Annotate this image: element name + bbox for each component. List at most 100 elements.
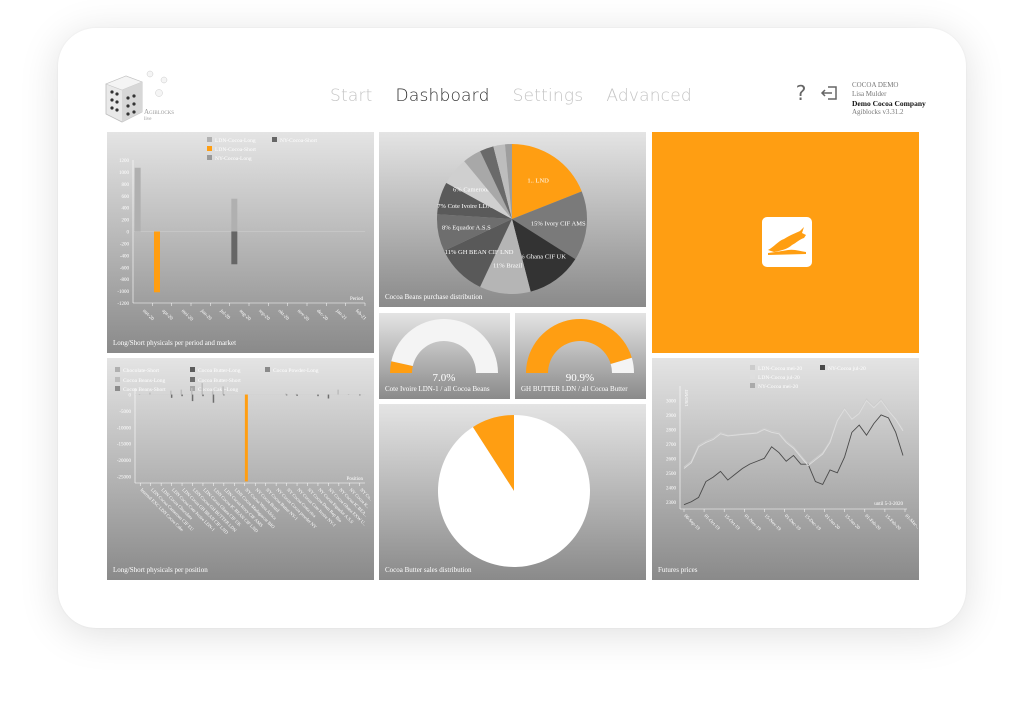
x-tick-label: okt-20 <box>277 309 290 322</box>
panel-title: Long/Short physicals per position <box>113 566 208 574</box>
tab-settings[interactable]: Settings <box>513 86 584 106</box>
x-tick-label: jan-21 <box>334 308 348 322</box>
x-tick-label: dec-20 <box>315 309 329 323</box>
legend-label: Cocoa Beans-Long <box>123 378 166 384</box>
tab-start[interactable]: Start <box>330 86 373 106</box>
panel-title: Long/Short physicals per period and mark… <box>113 339 237 347</box>
tab-advanced[interactable]: Advanced <box>606 86 692 106</box>
x-tick-label: jun-20 <box>199 308 213 322</box>
beans-pie-chart: 1.. LND15% Ivory CIF AMS12% Ghana CIF UK… <box>437 144 587 294</box>
bar <box>191 394 194 402</box>
bar <box>244 394 248 482</box>
panel-position-chart[interactable]: Chocolate-Short Cocoa Butter-Long Cocoa Po… <box>107 358 374 580</box>
pie-label: 15% Ivory CIF AMS <box>531 220 586 227</box>
y-tick-label: 2900 <box>666 414 677 419</box>
panel-butter-pie[interactable]: Cocoa Butter sales distribution <box>379 404 646 580</box>
gauge-value: 90.9% <box>566 372 594 384</box>
legend-swatch <box>115 367 120 372</box>
legend-swatch <box>750 383 755 388</box>
main-nav: Start Dashboard Settings Advanced <box>330 86 715 106</box>
legend-label: LDN-Cocoa-Long <box>215 138 256 144</box>
y-axis-title: USD/MT <box>684 389 689 406</box>
x-tick-label: mei-20 <box>180 309 194 323</box>
panel-gauge-cote-ivoire[interactable]: 7.0% Cote Ivoire LDN-1 / all Cocoa Beans <box>379 313 510 399</box>
x-tick-label: 01-Nov-19 <box>743 514 762 533</box>
bar <box>327 394 330 399</box>
y-tick-label: -200 <box>120 242 130 247</box>
bar <box>231 198 238 232</box>
x-tick-label: nov-20 <box>296 309 310 323</box>
y-tick-label: -400 <box>120 254 130 259</box>
legend-label: NY-Cocoa-Short <box>280 138 317 144</box>
legend-swatch <box>115 377 120 382</box>
y-tick-label: 400 <box>122 207 130 212</box>
logout-icon[interactable] <box>818 80 842 106</box>
y-tick-label: 2700 <box>666 443 677 448</box>
x-tick-label: sep-20 <box>257 309 270 322</box>
y-tick-label: 2500 <box>666 472 677 477</box>
bar <box>181 394 183 397</box>
panel-beans-pie[interactable]: 1.. LND 15% Ivory CIF AMS 12% Ghana CIF UK… <box>379 132 646 307</box>
x-tick-label: 06-Sep-19 <box>683 514 701 532</box>
y-tick-label: 800 <box>122 183 130 188</box>
bar <box>212 394 215 403</box>
x-tick-label: 15-Oct-19 <box>723 514 741 532</box>
legend-label: Cocoa Cake-Long <box>198 387 238 393</box>
x-tick-label: mrt-20 <box>141 309 155 323</box>
bar <box>231 231 238 265</box>
panel-futures-chart[interactable]: LDN-Cocoa mei-20 NY-Cocoa jul-20 LDN-Cocoa… <box>652 358 919 580</box>
bar <box>347 394 350 396</box>
panel-brand[interactable] <box>652 132 919 353</box>
period-bar-chart: LDN-Cocoa-Long NY-Cocoa-Short LDN-Cocoa-Sh… <box>117 137 367 323</box>
legend-swatch <box>207 146 212 151</box>
bar <box>180 389 183 395</box>
panel-period-chart[interactable]: LDN-Cocoa-Long NY-Cocoa-Short LDN-Cocoa-Sh… <box>107 132 374 353</box>
panel-gauge-gh-butter[interactable]: 90.9% GH BUTTER LDN / all Cocoa Butter <box>515 313 646 399</box>
bar <box>285 393 287 395</box>
chart-annotation: until 5-3-2020 <box>874 502 903 507</box>
bar <box>296 394 298 396</box>
legend-swatch <box>750 374 755 379</box>
position-bar-chart: Chocolate-Short Cocoa Butter-Long Cocoa Po… <box>115 367 373 535</box>
x-tick-label: 15-Nov-19 <box>763 514 782 533</box>
y-tick-label: 0 <box>127 231 130 236</box>
x-tick-label: 15-Dec-19 <box>803 514 821 532</box>
legend-label: Cocoa Butter-Long <box>198 368 241 374</box>
y-tick-label: 2800 <box>666 428 677 433</box>
x-tick-label: 01-Feb-20 <box>863 514 881 532</box>
legend-label: LDN-Cocoa jul-20 <box>758 375 800 381</box>
legend-label: LDN-Cocoa mei-20 <box>758 366 802 372</box>
pie-label: 11% GH BEAN CIF LND <box>445 249 514 256</box>
y-tick-label: 2400 <box>666 486 677 491</box>
company-name: Demo Cocoa Company <box>852 99 926 108</box>
butter-pie-chart <box>438 415 590 567</box>
legend-label: LDN-Cocoa-Short <box>215 147 256 153</box>
legend-label: Cocoa Powder-Long <box>273 368 319 374</box>
y-tick-label: 600 <box>122 195 130 200</box>
y-tick-label: 2600 <box>666 457 677 462</box>
pie-label: 11% Brazil <box>493 262 522 269</box>
series-line <box>683 398 904 468</box>
legend-label: Cocoa Butter-Short <box>198 378 241 384</box>
panel-title: GH BUTTER LDN / all Cocoa Butter <box>521 385 628 393</box>
legend-swatch <box>207 137 212 142</box>
y-tick-label: -20000 <box>117 459 132 464</box>
futures-line-chart: LDN-Cocoa mei-20 NY-Cocoa jul-20 LDN-Cocoa… <box>666 365 919 533</box>
panel-title: Cocoa Beans purchase distribution <box>385 293 483 301</box>
series-line <box>683 414 904 506</box>
bar <box>337 389 339 395</box>
legend-swatch <box>272 137 277 142</box>
help-icon[interactable]: ? <box>788 80 814 106</box>
user-info: COCOA DEMO Lisa Mulder Demo Cocoa Compan… <box>852 81 926 117</box>
pie-label: 1.. LND <box>527 178 549 185</box>
y-tick-label: -5000 <box>119 410 131 415</box>
bar <box>223 394 225 396</box>
legend-swatch <box>820 365 825 370</box>
bar <box>191 388 193 395</box>
tab-dashboard[interactable]: Dashboard <box>396 86 490 106</box>
x-tick-label: apr-20 <box>161 309 174 322</box>
legend-label: Cocoa Beans-Short <box>123 387 166 393</box>
x-axis-title: Period <box>350 297 364 302</box>
agiblocks-logo[interactable]: Agiblocks live <box>104 66 184 130</box>
panel-title: Cote Ivoire LDN-1 / all Cocoa Beans <box>385 385 490 393</box>
